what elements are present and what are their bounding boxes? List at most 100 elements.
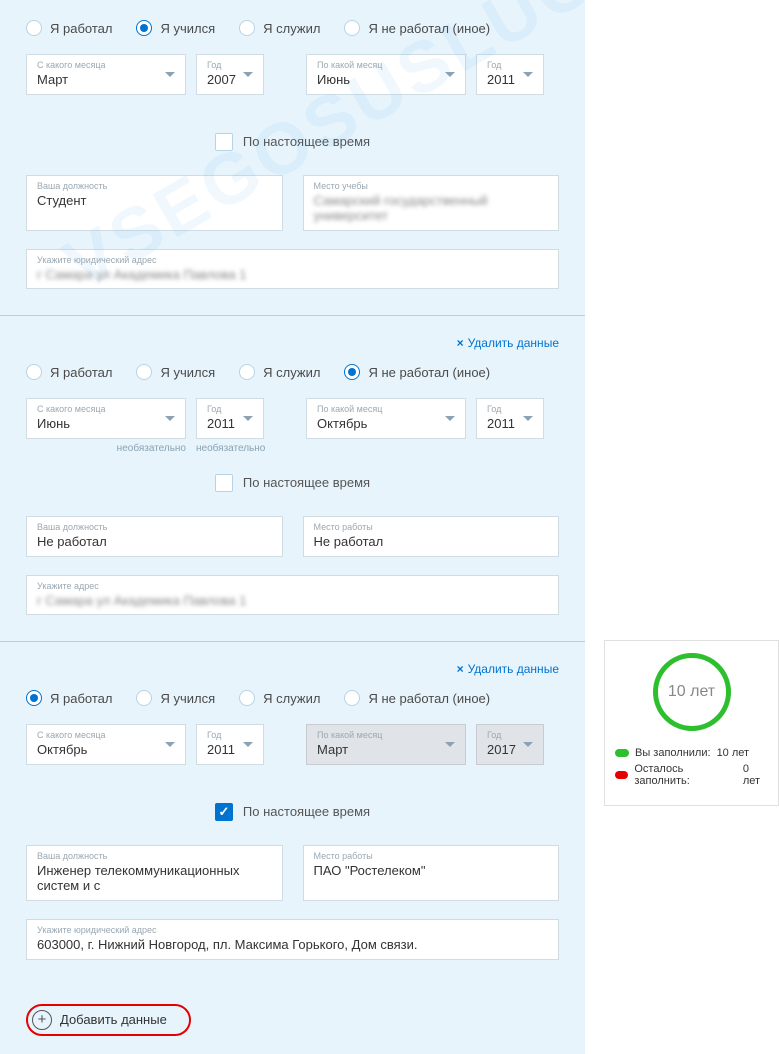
field-label: Место работы xyxy=(314,523,549,532)
address-field[interactable]: Укажите юридический адрес 603000, г. Ниж… xyxy=(26,919,559,960)
field-label: По какой месяц xyxy=(317,731,439,740)
field-label: Место работы xyxy=(314,852,549,861)
present-checkbox[interactable] xyxy=(215,133,233,151)
present-checkbox-row[interactable]: По настоящее время xyxy=(26,133,559,151)
radio-icon xyxy=(136,364,152,380)
activity-type-radios: Я работал Я учился Я служил Я не работал… xyxy=(26,20,559,36)
field-label: Укажите юридический адрес xyxy=(37,926,548,935)
position-place-row: Ваша должность Студент Место учебы Самар… xyxy=(26,175,559,231)
radio-icon xyxy=(26,690,42,706)
radio-label: Я работал xyxy=(50,691,112,706)
legend-remain: Осталось заполнить: 0 лет xyxy=(615,763,768,787)
radio-label: Я не работал (иное) xyxy=(368,691,490,706)
radio-worked[interactable]: Я работал xyxy=(26,20,112,36)
chevron-down-icon xyxy=(445,416,455,421)
field-value: ПАО "Ростелеком" xyxy=(314,863,549,879)
activity-type-radios: Я работал Я учился Я служил Я не работал… xyxy=(26,690,559,706)
from-year-select[interactable]: Год 2011 xyxy=(196,398,264,439)
radio-icon xyxy=(344,690,360,706)
field-label: Год xyxy=(487,61,517,70)
field-label: С какого месяца xyxy=(37,61,159,70)
field-label: Ваша должность xyxy=(37,182,272,191)
radio-studied[interactable]: Я учился xyxy=(136,20,215,36)
radio-icon xyxy=(239,20,255,36)
field-label: Год xyxy=(207,731,237,740)
position-field[interactable]: Ваша должность Не работал xyxy=(26,516,283,557)
radio-other[interactable]: Я не работал (иное) xyxy=(344,20,490,36)
field-label: Укажите юридический адрес xyxy=(37,256,548,265)
place-field[interactable]: Место работы Не работал xyxy=(303,516,560,557)
chevron-down-icon xyxy=(165,72,175,77)
to-month-select[interactable]: По какой месяц Октябрь xyxy=(306,398,466,439)
from-month-select[interactable]: С какого месяца Июнь xyxy=(26,398,186,439)
chevron-down-icon xyxy=(165,742,175,747)
to-year-select: Год 2017 xyxy=(476,724,544,765)
field-value: г Самара ул Академика Павлова 1 xyxy=(37,593,548,609)
field-value: Март xyxy=(317,742,439,758)
radio-label: Я работал xyxy=(50,365,112,380)
field-value: 2011 xyxy=(207,416,237,432)
address-row: Укажите юридический адрес 603000, г. Ниж… xyxy=(26,919,559,960)
delete-link[interactable]: ×Удалить данные xyxy=(457,662,559,676)
delete-row: ×Удалить данные xyxy=(26,662,559,690)
radio-studied[interactable]: Я учился xyxy=(136,690,215,706)
close-icon: × xyxy=(457,336,464,350)
address-field[interactable]: Укажите адрес г Самара ул Академика Павл… xyxy=(26,575,559,616)
radio-icon xyxy=(136,690,152,706)
radio-icon xyxy=(344,364,360,380)
date-range-row: С какого месяца Октябрь Год 2011 По како… xyxy=(26,724,559,765)
optional-hint-row: необязательно необязательно xyxy=(26,443,559,454)
present-checkbox[interactable] xyxy=(215,474,233,492)
from-month-select[interactable]: С какого месяца Март xyxy=(26,54,186,95)
field-value: 2011 xyxy=(487,416,517,432)
from-year-select[interactable]: Год 2011 xyxy=(196,724,264,765)
legend-filled: Вы заполнили: 10 лет xyxy=(615,747,768,759)
radio-served[interactable]: Я служил xyxy=(239,20,320,36)
present-checkbox-row[interactable]: По настоящее время xyxy=(26,803,559,821)
field-value: 603000, г. Нижний Новгород, пл. Максима … xyxy=(37,937,548,953)
to-month-select[interactable]: По какой месяц Июнь xyxy=(306,54,466,95)
radio-worked[interactable]: Я работал xyxy=(26,364,112,380)
chevron-down-icon xyxy=(523,742,533,747)
field-value: Инженер телекоммуникационных систем и с xyxy=(37,863,272,894)
address-row: Укажите адрес г Самара ул Академика Павл… xyxy=(26,575,559,616)
present-checkbox-row[interactable]: По настоящее время xyxy=(26,474,559,492)
address-field[interactable]: Укажите юридический адрес г Самара ул Ак… xyxy=(26,249,559,290)
radio-icon xyxy=(239,690,255,706)
field-value: 2011 xyxy=(207,742,237,758)
chevron-down-icon xyxy=(243,742,253,747)
field-value: Студент xyxy=(37,193,272,209)
radio-other[interactable]: Я не работал (иное) xyxy=(344,364,490,380)
radio-served[interactable]: Я служил xyxy=(239,690,320,706)
field-label: Год xyxy=(207,405,237,414)
radio-studied[interactable]: Я учился xyxy=(136,364,215,380)
radio-icon xyxy=(26,20,42,36)
date-range-row: С какого месяца Март Год 2007 По какой м… xyxy=(26,54,559,95)
radio-served[interactable]: Я служил xyxy=(239,364,320,380)
field-value: 2017 xyxy=(487,742,517,758)
legend-remain-value: 0 лет xyxy=(743,763,768,787)
field-value: 2011 xyxy=(487,72,517,88)
field-label: Год xyxy=(487,731,517,740)
to-year-select[interactable]: Год 2011 xyxy=(476,54,544,95)
from-year-select[interactable]: Год 2007 xyxy=(196,54,264,95)
radio-other[interactable]: Я не работал (иное) xyxy=(344,690,490,706)
field-value: Самарский государственный университет xyxy=(314,193,549,224)
present-checkbox[interactable] xyxy=(215,803,233,821)
place-field[interactable]: Место учебы Самарский государственный ун… xyxy=(303,175,560,231)
to-year-select[interactable]: Год 2011 xyxy=(476,398,544,439)
position-field[interactable]: Ваша должность Студент xyxy=(26,175,283,231)
place-field[interactable]: Место работы ПАО "Ростелеком" xyxy=(303,845,560,901)
delete-link[interactable]: ×Удалить данные xyxy=(457,336,559,350)
radio-worked[interactable]: Я работал xyxy=(26,690,112,706)
position-field[interactable]: Ваша должность Инженер телекоммуникацион… xyxy=(26,845,283,901)
delete-row: ×Удалить данные xyxy=(26,336,559,364)
add-data-button[interactable]: + Добавить данные xyxy=(26,1004,191,1036)
field-value: Октябрь xyxy=(317,416,439,432)
from-month-select[interactable]: С какого месяца Октябрь xyxy=(26,724,186,765)
radio-label: Я не работал (иное) xyxy=(368,365,490,380)
dot-red-icon xyxy=(615,771,628,779)
radio-icon xyxy=(26,364,42,380)
field-label: Место учебы xyxy=(314,182,549,191)
field-label: По какой месяц xyxy=(317,61,439,70)
